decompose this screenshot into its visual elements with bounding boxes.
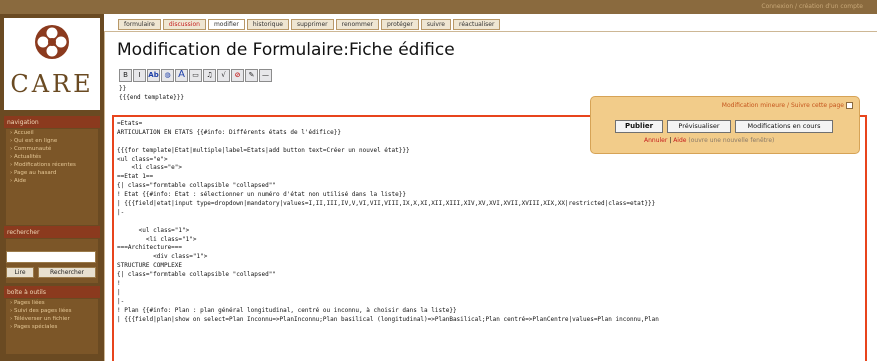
editor-line: STRUCTURE COMPLEXE	[117, 262, 183, 270]
editor-line: {| class="formtable collapsible "collaps…	[117, 182, 276, 190]
search-button[interactable]: Rechercher	[38, 267, 96, 278]
editor-line: ===Architecture===	[117, 244, 183, 252]
tab-3[interactable]: historique	[246, 19, 289, 30]
page-title: Modification de Formulaire:Fiche édifice	[117, 40, 455, 60]
personal-links[interactable]: Connexion / création d'un compte	[761, 3, 863, 10]
editor-line: |-	[117, 297, 125, 305]
sidebar: CARE navigation › Accueil › Qui est en l…	[0, 14, 104, 361]
editor-line: ==Etat 1==	[117, 173, 154, 181]
tab-1[interactable]: discussion	[162, 19, 206, 30]
preview-button[interactable]: Prévisualiser	[667, 120, 731, 133]
editor-line: |	[117, 288, 121, 296]
editor-line: {{{for template|Etat|multiple|label=Etat…	[117, 146, 410, 154]
toolbox-item-upload[interactable]: › Téléverser un fichier	[6, 315, 98, 323]
editor-line: <li class="e">	[117, 164, 183, 172]
navigation-heading: navigation	[4, 116, 100, 128]
care-emblem-icon	[35, 25, 69, 59]
new-window-note: (ouvre une nouvelle fenêtre)	[688, 137, 775, 144]
toolbox-item-related-changes[interactable]: › Suivi des pages liées	[6, 307, 98, 315]
embedded-file-icon[interactable]: ▭	[189, 69, 202, 82]
navigation-list: › Accueil › Qui est en ligne › Communaut…	[6, 129, 98, 225]
editor-line: !	[117, 280, 121, 288]
italic-icon[interactable]: I	[133, 69, 146, 82]
tab-4[interactable]: supprimer	[290, 19, 334, 30]
editor-line: =Etats=	[117, 120, 143, 127]
nav-item-home[interactable]: › Accueil	[6, 129, 98, 137]
watch-option[interactable]: Modification mineure / Suivre cette page	[722, 102, 853, 109]
nav-item-random[interactable]: › Page au hasard	[6, 169, 98, 177]
watch-label: Modification mineure / Suivre cette page	[721, 102, 844, 109]
tab-5[interactable]: renommer	[335, 19, 379, 30]
horizontal-line-icon[interactable]: —	[259, 69, 272, 82]
tab-7[interactable]: suivre	[420, 19, 452, 30]
bold-icon[interactable]: B	[119, 69, 132, 82]
search-input[interactable]	[6, 251, 96, 263]
editor-line: ! Etat {{#info: Etat : sélectionner un n…	[117, 191, 406, 199]
editor-line: <ul class="1">	[117, 226, 190, 234]
site-logo[interactable]: CARE	[4, 18, 100, 110]
editor-line: |-	[117, 208, 125, 216]
nav-item-help[interactable]: › Aide	[6, 177, 98, 185]
tab-0[interactable]: formulaire	[118, 19, 161, 30]
editor-line: <ul class="e">	[117, 155, 168, 163]
editor-line: | {{{field|plan|show on select=Plan Inco…	[117, 315, 659, 323]
textarea-preceding-text: }} {{{end template}}}	[119, 85, 185, 101]
search-heading: rechercher	[4, 226, 100, 238]
publish-button[interactable]: Publier	[615, 120, 663, 133]
watch-checkbox[interactable]	[846, 102, 853, 109]
editor-line: {| class="formtable collapsible "collaps…	[117, 271, 276, 279]
headline-icon[interactable]: A	[175, 69, 188, 82]
nav-item-recent-changes[interactable]: › Modifications récentes	[6, 161, 98, 169]
internal-link-icon[interactable]: Ab	[147, 69, 160, 82]
page-tabs: formulaire discussion modifier historique su…	[118, 19, 501, 31]
editor-line: <li class="1">	[117, 235, 197, 243]
tab-8[interactable]: réactualiser	[453, 19, 501, 30]
signature-icon[interactable]: ✎	[245, 69, 258, 82]
toolbox-heading: boîte à outils	[4, 286, 100, 298]
editor-line: ARTICULATION EN ETATS {{#info: Différent…	[117, 128, 341, 136]
nav-item-community[interactable]: › Communauté	[6, 145, 98, 153]
nav-item-online[interactable]: › Qui est en ligne	[6, 137, 98, 145]
media-link-icon[interactable]: ♫	[203, 69, 216, 82]
editor-lines: =Etats= ARTICULATION EN ETATS {{#info: Di…	[117, 120, 659, 324]
tab-2[interactable]: modifier	[207, 19, 245, 30]
math-formula-icon[interactable]: √	[217, 69, 230, 82]
editor-line: | {{{field|etat|input type=dropdown|mand…	[117, 200, 656, 208]
editor-line: ! Plan {{#info: Plan : plan général long…	[117, 306, 457, 314]
top-bar: Connexion / création d'un compte	[0, 0, 877, 14]
nowiki-icon[interactable]: ⊘	[231, 69, 244, 82]
save-panel: Modification mineure / Suivre cette page…	[590, 96, 860, 154]
toolbox-item-special-pages[interactable]: › Pages spéciales	[6, 323, 98, 331]
cancel-link[interactable]: Annuler	[644, 137, 667, 144]
go-button[interactable]: Lire	[6, 267, 34, 278]
help-link[interactable]: Aide	[673, 137, 686, 144]
show-changes-button[interactable]: Modifications en cours	[735, 120, 833, 133]
tab-6[interactable]: protéger	[381, 19, 419, 30]
save-panel-links: Annuler | Aide (ouvre une nouvelle fenêt…	[644, 137, 775, 144]
nav-item-news[interactable]: › Actualités	[6, 153, 98, 161]
edit-toolbar: B I Ab ◍ A ▭ ♫ √ ⊘ ✎ —	[119, 69, 272, 82]
toolbox-list: › Pages liées › Suivi des pages liées › …	[6, 299, 98, 354]
content-area: Modification de Formulaire:Fiche édifice…	[104, 31, 877, 361]
editor-line: <div class="1">	[117, 253, 208, 261]
external-link-icon[interactable]: ◍	[161, 69, 174, 82]
toolbox-item-related-pages[interactable]: › Pages liées	[6, 299, 98, 307]
logo-text: CARE	[10, 70, 94, 98]
